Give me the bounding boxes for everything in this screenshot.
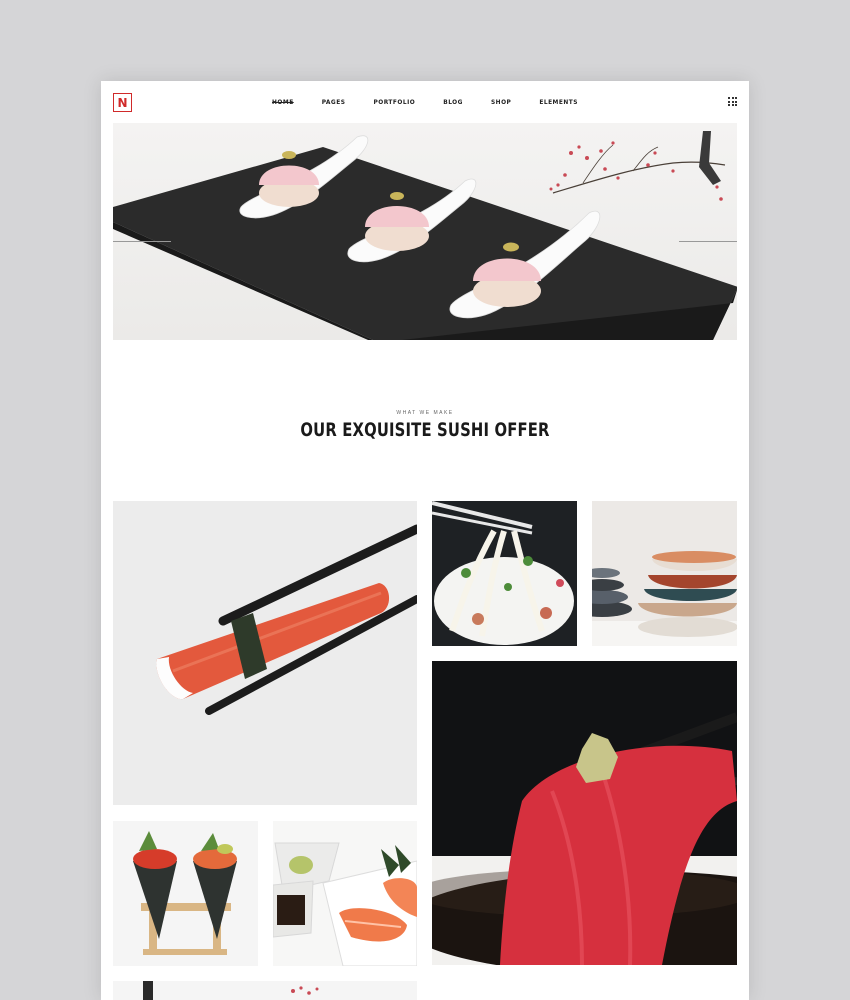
hero-line-right — [679, 241, 737, 242]
nav-item-blog[interactable]: BLOG — [443, 98, 463, 106]
main-nav: HOME PAGES PORTFOLIO BLOG SHOP ELEMENTS — [101, 98, 749, 106]
gallery-tile-salmon-nigiri[interactable] — [273, 821, 417, 966]
page-preview: N HOME PAGES PORTFOLIO BLOG SHOP ELEMENT… — [101, 81, 749, 1000]
hero-image — [113, 123, 737, 340]
nav-item-pages[interactable]: PAGES — [322, 98, 346, 106]
nav-item-elements[interactable]: ELEMENTS — [539, 98, 578, 106]
udon-noodles-image — [432, 501, 577, 646]
gallery-tile-next-row — [113, 981, 417, 1000]
gallery-tile-tuna-sashimi[interactable] — [432, 661, 737, 965]
section-eyebrow: WHAT WE MAKE — [396, 410, 454, 416]
gallery-tile-crab-stick[interactable] — [113, 501, 417, 805]
next-row-image — [143, 981, 319, 1000]
stacked-bowls-image — [592, 501, 737, 646]
nav-item-portfolio[interactable]: PORTFOLIO — [373, 98, 415, 106]
section-title: OUR EXQUISITE SUSHI OFFER — [300, 419, 550, 441]
salmon-nigiri-image — [273, 821, 417, 966]
hero-line-left — [113, 241, 171, 242]
nav-item-shop[interactable]: SHOP — [491, 98, 511, 106]
crab-stick-image — [113, 501, 417, 805]
gallery-tile-udon-noodles[interactable] — [432, 501, 577, 646]
temaki-image — [113, 821, 258, 966]
grid-menu-icon[interactable] — [728, 97, 737, 106]
tuna-sashimi-image — [432, 661, 737, 965]
nav-item-home[interactable]: HOME — [272, 98, 294, 106]
gallery-tile-temaki[interactable] — [113, 821, 258, 966]
gallery-tile-stacked-bowls[interactable] — [592, 501, 737, 646]
hero-illustration — [113, 131, 737, 340]
